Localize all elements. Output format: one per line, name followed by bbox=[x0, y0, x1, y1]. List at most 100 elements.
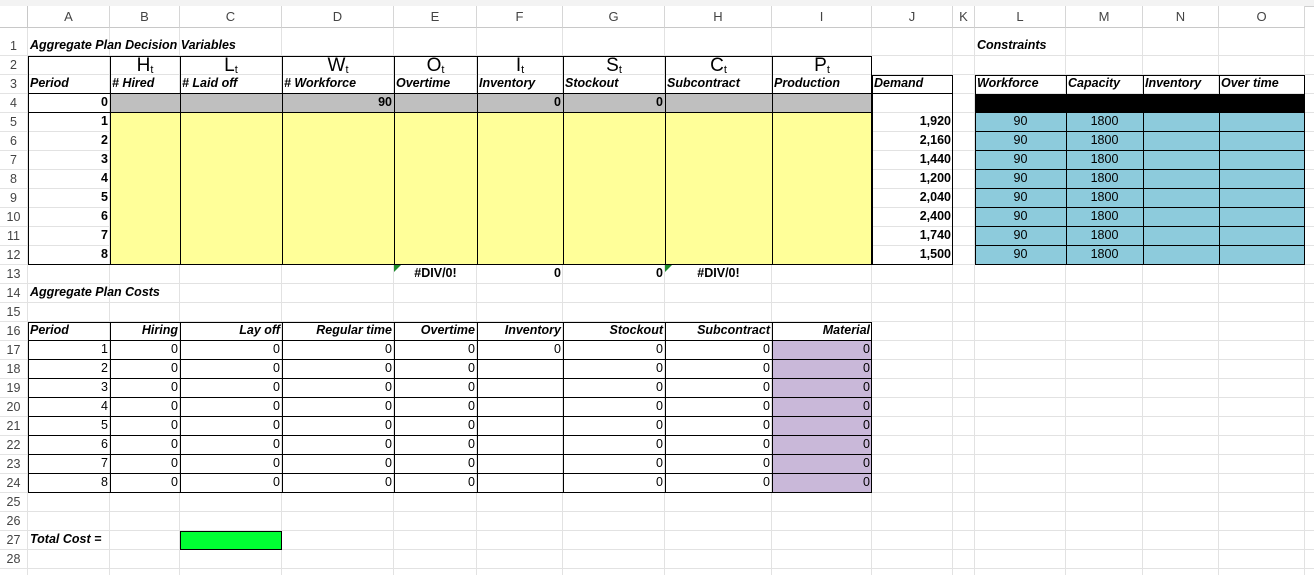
row-header-18[interactable]: 18 bbox=[0, 360, 28, 379]
decision-input-cell[interactable] bbox=[282, 170, 394, 189]
row-header-23[interactable]: 23 bbox=[0, 455, 28, 474]
column-header-d[interactable]: D bbox=[282, 6, 394, 28]
decision-input-cell[interactable] bbox=[394, 227, 477, 246]
decision-input-cell[interactable] bbox=[180, 113, 282, 132]
decision-input-cell[interactable] bbox=[180, 227, 282, 246]
column-header-o[interactable]: O bbox=[1219, 6, 1305, 28]
decision-input-cell[interactable] bbox=[110, 189, 180, 208]
column-header-g[interactable]: G bbox=[563, 6, 665, 28]
decision-input-cell[interactable] bbox=[394, 151, 477, 170]
cost-cell[interactable]: 2 bbox=[28, 360, 110, 379]
cost-cell[interactable]: 0 bbox=[110, 341, 180, 360]
cost-cell[interactable]: 8 bbox=[28, 474, 110, 493]
cost-cell[interactable]: 5 bbox=[28, 417, 110, 436]
cost-cell[interactable]: 0 bbox=[180, 474, 282, 493]
cost-cell[interactable]: 0 bbox=[563, 341, 665, 360]
cost-cell[interactable]: 0 bbox=[180, 455, 282, 474]
cost-cell[interactable]: 0 bbox=[394, 417, 477, 436]
decision-input-cell[interactable] bbox=[563, 208, 665, 227]
decision-input-cell[interactable] bbox=[282, 208, 394, 227]
cost-cell[interactable]: 0 bbox=[282, 341, 394, 360]
decision-input-cell[interactable] bbox=[665, 132, 772, 151]
row-header-19[interactable]: 19 bbox=[0, 379, 28, 398]
cost-cell[interactable]: 0 bbox=[563, 474, 665, 493]
column-header-c[interactable]: C bbox=[180, 6, 282, 28]
cost-cell[interactable]: 0 bbox=[772, 436, 872, 455]
row-header-6[interactable]: 6 bbox=[0, 132, 28, 151]
cost-cell[interactable]: 0 bbox=[665, 379, 772, 398]
decision-input-cell[interactable] bbox=[394, 189, 477, 208]
decision-input-cell[interactable] bbox=[180, 246, 282, 265]
decision-input-cell[interactable] bbox=[772, 189, 872, 208]
decision-input-cell[interactable] bbox=[180, 132, 282, 151]
row-header-21[interactable]: 21 bbox=[0, 417, 28, 436]
row-header-7[interactable]: 7 bbox=[0, 151, 28, 170]
cost-cell[interactable]: 0 bbox=[665, 398, 772, 417]
row-header-14[interactable]: 14 bbox=[0, 284, 28, 303]
row-header-16[interactable]: 16 bbox=[0, 322, 28, 341]
decision-input-cell[interactable] bbox=[665, 170, 772, 189]
initial-workforce[interactable]: 90 bbox=[282, 94, 394, 113]
constraint-overtime[interactable] bbox=[1219, 189, 1305, 208]
select-all-corner[interactable] bbox=[0, 6, 28, 28]
decision-input-cell[interactable] bbox=[394, 246, 477, 265]
row-header-20[interactable]: 20 bbox=[0, 398, 28, 417]
decision-input-cell[interactable] bbox=[563, 113, 665, 132]
constraint-overtime[interactable] bbox=[1219, 246, 1305, 265]
decision-input-cell[interactable] bbox=[665, 246, 772, 265]
cost-cell[interactable]: 0 bbox=[180, 417, 282, 436]
constraint-inventory[interactable] bbox=[1143, 170, 1219, 189]
cost-cell[interactable]: 0 bbox=[394, 360, 477, 379]
cost-cell[interactable]: 7 bbox=[28, 455, 110, 474]
cost-cell[interactable]: 0 bbox=[110, 379, 180, 398]
row-header-28[interactable]: 28 bbox=[0, 550, 28, 569]
decision-input-cell[interactable] bbox=[772, 227, 872, 246]
decision-input-cell[interactable] bbox=[110, 113, 180, 132]
constraint-inventory[interactable] bbox=[1143, 189, 1219, 208]
cost-cell[interactable]: 0 bbox=[772, 417, 872, 436]
row-header-10[interactable]: 10 bbox=[0, 208, 28, 227]
decision-input-cell[interactable] bbox=[394, 132, 477, 151]
constraint-inventory[interactable] bbox=[1143, 227, 1219, 246]
cost-cell[interactable]: 0 bbox=[772, 379, 872, 398]
cost-cell[interactable]: 0 bbox=[394, 436, 477, 455]
cost-cell[interactable]: 0 bbox=[772, 398, 872, 417]
row-header-4[interactable]: 4 bbox=[0, 94, 28, 113]
decision-input-cell[interactable] bbox=[772, 132, 872, 151]
cost-cell[interactable]: 0 bbox=[563, 417, 665, 436]
constraint-inventory[interactable] bbox=[1143, 151, 1219, 170]
initial-inventory[interactable]: 0 bbox=[477, 94, 563, 113]
row-header-15[interactable]: 15 bbox=[0, 303, 28, 322]
cost-cell[interactable]: 0 bbox=[665, 360, 772, 379]
cost-cell[interactable]: 1 bbox=[28, 341, 110, 360]
decision-input-cell[interactable] bbox=[772, 208, 872, 227]
decision-input-cell[interactable] bbox=[110, 208, 180, 227]
cost-cell[interactable]: 0 bbox=[282, 436, 394, 455]
decision-input-cell[interactable] bbox=[282, 189, 394, 208]
cost-cell[interactable] bbox=[477, 379, 563, 398]
decision-input-cell[interactable] bbox=[563, 227, 665, 246]
cost-cell[interactable]: 0 bbox=[665, 436, 772, 455]
decision-input-cell[interactable] bbox=[665, 227, 772, 246]
row-header-27[interactable]: 27 bbox=[0, 531, 28, 550]
cost-cell[interactable]: 6 bbox=[28, 436, 110, 455]
column-header-h[interactable]: H bbox=[665, 6, 772, 28]
cost-cell[interactable]: 0 bbox=[665, 341, 772, 360]
decision-input-cell[interactable] bbox=[477, 227, 563, 246]
cost-cell[interactable] bbox=[477, 474, 563, 493]
column-header-j[interactable]: J bbox=[872, 6, 953, 28]
column-header-l[interactable]: L bbox=[975, 6, 1066, 28]
constraint-inventory[interactable] bbox=[1143, 113, 1219, 132]
row-header-8[interactable]: 8 bbox=[0, 170, 28, 189]
initial-stockout[interactable]: 0 bbox=[563, 94, 665, 113]
row-header-2[interactable]: 2 bbox=[0, 56, 28, 75]
decision-input-cell[interactable] bbox=[477, 113, 563, 132]
cost-cell[interactable] bbox=[477, 417, 563, 436]
decision-input-cell[interactable] bbox=[665, 113, 772, 132]
cost-cell[interactable]: 0 bbox=[282, 417, 394, 436]
cost-cell[interactable]: 0 bbox=[772, 474, 872, 493]
decision-input-cell[interactable] bbox=[394, 208, 477, 227]
decision-input-cell[interactable] bbox=[180, 208, 282, 227]
cost-cell[interactable] bbox=[477, 455, 563, 474]
column-header-f[interactable]: F bbox=[477, 6, 563, 28]
